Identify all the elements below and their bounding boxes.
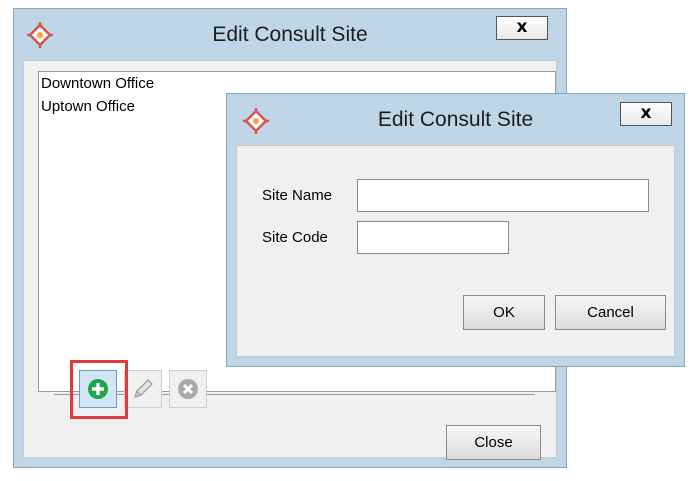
- inner-dialog-close-x-button[interactable]: x: [620, 102, 672, 126]
- inner-dialog-client-area: Site Name Site Code OK Cancel: [236, 145, 675, 357]
- cancel-button[interactable]: Cancel: [555, 295, 666, 330]
- close-button[interactable]: Close: [446, 425, 541, 460]
- inner-dialog-title: Edit Consult Site: [377, 108, 534, 131]
- list-item[interactable]: Downtown Office: [39, 72, 555, 95]
- add-button-highlight: [70, 360, 128, 419]
- dialog-close-x-button[interactable]: x: [496, 16, 548, 40]
- edit-site-button[interactable]: [124, 370, 162, 408]
- site-name-input[interactable]: [357, 179, 649, 212]
- ok-button[interactable]: OK: [463, 295, 545, 330]
- site-code-input[interactable]: [357, 221, 509, 254]
- dialog-title: Edit Consult Site: [212, 23, 368, 46]
- pencil-icon: [133, 379, 153, 399]
- inner-dialog-titlebar[interactable]: Edit Consult Site x: [227, 94, 684, 146]
- remove-site-button[interactable]: [169, 370, 207, 408]
- site-code-label: Site Code: [262, 229, 328, 246]
- remove-circle-icon: [178, 379, 198, 399]
- dialog-titlebar[interactable]: Edit Consult Site x: [14, 9, 566, 61]
- edit-consult-site-inner-dialog: Edit Consult Site x Site Name Site Code …: [226, 93, 685, 367]
- site-name-label: Site Name: [262, 187, 333, 204]
